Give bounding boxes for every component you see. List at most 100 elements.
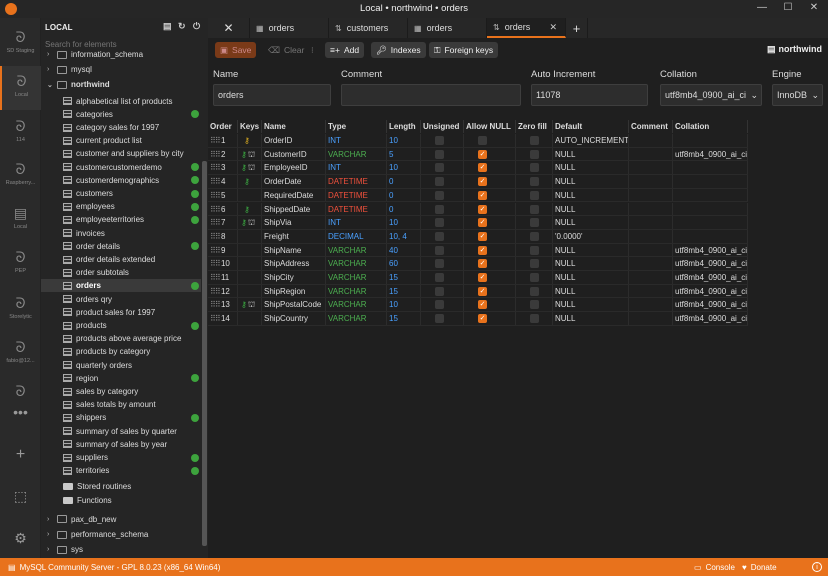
table-row[interactable]: ⠿⠿ 4 ⚷ OrderDate DATETIME 0 ✓ NULL [208,175,748,189]
sidebar-scrollbar[interactable] [202,161,207,546]
tree-table[interactable]: products by category [41,345,201,358]
field-type[interactable]: VARCHAR [326,271,387,284]
console-button[interactable]: ▭ Console [694,563,735,572]
column-header[interactable]: Comment [629,120,673,133]
tree-table[interactable]: customers [41,187,201,200]
field-collation[interactable] [673,202,748,216]
donate-button[interactable]: ♥ Donate [742,563,777,572]
unsigned-checkbox[interactable] [435,218,444,228]
allow-null-checkbox[interactable]: ✓ [478,190,487,200]
zero-fill-checkbox[interactable] [530,218,539,228]
field-length[interactable]: 10 [387,161,421,175]
tools-tab[interactable]: ✕ [208,18,250,38]
field-type[interactable]: DATETIME [326,188,387,202]
tab-1[interactable]: ⇅ customers [329,18,408,38]
tree-db[interactable]: › sys [41,543,83,556]
field-comment[interactable] [629,312,673,325]
unsigned-checkbox[interactable] [435,190,444,200]
field-default[interactable]: AUTO_INCREMENT [553,134,629,147]
field-length[interactable]: 10, 4 [387,229,421,243]
field-collation[interactable]: utf8mb4_0900_ai_ci [673,284,748,298]
drag-handle-icon[interactable]: ⠿⠿ [210,205,221,214]
allow-null-checkbox[interactable]: ✓ [478,273,487,282]
auto-increment-field[interactable]: 11078 [531,84,648,106]
unsigned-checkbox[interactable] [435,245,444,255]
drag-handle-icon[interactable]: ⠿⠿ [210,136,221,145]
table-row[interactable]: ⠿⠿ 2 ⚷⛫ CustomerID VARCHAR 5 ✓ NULL utf8mb4_090… [208,147,748,162]
table-row[interactable]: ⠿⠿ 7 ⚷⛫ ShipVia INT 10 ✓ NULL [208,216,748,230]
allow-null-checkbox[interactable]: ✓ [478,286,487,296]
field-name[interactable]: CustomerID [262,147,326,161]
tree-table[interactable]: categories [41,108,201,121]
tree-folder[interactable]: Functions [41,494,112,507]
column-header[interactable]: Type [326,120,387,133]
drag-handle-icon[interactable]: ⠿⠿ [210,246,221,255]
tree-table[interactable]: orders [41,279,201,293]
drag-handle-icon[interactable]: ⠿⠿ [210,163,221,172]
tree-table[interactable]: summary of sales by quarter [41,425,201,438]
info-button[interactable]: i [812,562,822,572]
tree-table[interactable]: quarterly orders [41,359,201,372]
zero-fill-checkbox[interactable] [530,300,539,310]
field-collation[interactable] [673,161,748,175]
field-default[interactable]: NULL [553,284,629,298]
power-icon[interactable]: ⏻ [193,21,200,32]
table-row[interactable]: ⠿⠿ 6 ⚷ ShippedDate DATETIME 0 ✓ NULL [208,202,748,217]
drag-handle-icon[interactable]: ⠿⠿ [210,300,221,309]
column-header[interactable]: Length [387,120,421,133]
allow-null-checkbox[interactable]: ✓ [478,163,487,173]
field-name[interactable]: ShipCity [262,271,326,284]
field-comment[interactable] [629,147,673,161]
tree-table[interactable]: order details extended [41,253,201,266]
drag-handle-icon[interactable]: ⠿⠿ [210,259,221,268]
table-row[interactable]: ⠿⠿ 5 RequiredDate DATETIME 0 ✓ NULL [208,188,748,203]
unsigned-checkbox[interactable] [435,136,444,145]
field-type[interactable]: VARCHAR [326,312,387,325]
gear-icon[interactable]: ⚙ [0,530,41,547]
field-length[interactable]: 0 [387,175,421,188]
zero-fill-checkbox[interactable] [530,245,539,255]
tree-table[interactable]: category sales for 1997 [41,121,201,134]
field-default[interactable]: NULL [553,216,629,229]
tab-3[interactable]: ⇅ orders ✕ [487,18,566,38]
tab-2[interactable]: ▦ orders [408,18,487,38]
field-comment[interactable] [629,161,673,175]
field-name[interactable]: ShipCountry [262,312,326,325]
field-comment[interactable] [629,216,673,229]
allow-null-checkbox[interactable] [478,136,487,145]
tree-table[interactable]: customer and suppliers by city [41,147,201,160]
column-header[interactable]: Unsigned [421,120,464,133]
save-button[interactable]: ▣ Save [215,42,257,58]
field-length[interactable]: 10 [387,298,421,312]
field-collation[interactable] [673,175,748,188]
connection-6[interactable]: ᘐ Storelytic [0,288,41,332]
add-connection-button[interactable]: + [0,446,41,464]
zero-fill-checkbox[interactable] [530,273,539,282]
column-header[interactable]: Zero fill [516,120,553,133]
drag-handle-icon[interactable]: ⠿⠿ [210,191,221,200]
allow-null-checkbox[interactable]: ✓ [478,245,487,255]
tree-table[interactable]: summary of sales by year [41,438,201,451]
zero-fill-checkbox[interactable] [530,231,539,241]
field-name[interactable]: ShipVia [262,216,326,229]
unsigned-checkbox[interactable] [435,163,444,173]
field-length[interactable]: 0 [387,188,421,202]
field-type[interactable]: INT [326,216,387,229]
field-default[interactable]: NULL [553,257,629,270]
field-collation[interactable] [673,216,748,229]
column-header[interactable]: Name [262,120,326,133]
table-row[interactable]: ⠿⠿ 3 ⚷⛫ EmployeeID INT 10 ✓ NULL [208,161,748,176]
field-comment[interactable] [629,175,673,188]
tree-table[interactable]: shippers [41,411,201,424]
order-cell[interactable]: ⠿⠿ 2 [208,147,238,161]
field-name[interactable]: ShipName [262,243,326,257]
connection-0[interactable]: ᘐ SD Staging [0,22,41,66]
drag-handle-icon[interactable]: ⠿⠿ [210,287,221,296]
foreign-keys-button[interactable]: ⚿ Foreign keys [429,42,499,58]
tree-table[interactable]: products [41,319,201,332]
zero-fill-checkbox[interactable] [530,190,539,200]
table-row[interactable]: ⠿⠿ 1 ⚷ OrderID INT 10 AUTO_INCREMENT [208,134,748,148]
field-collation[interactable]: utf8mb4_0900_ai_ci [673,271,748,284]
field-name[interactable]: OrderDate [262,175,326,188]
field-default[interactable]: NULL [553,188,629,202]
